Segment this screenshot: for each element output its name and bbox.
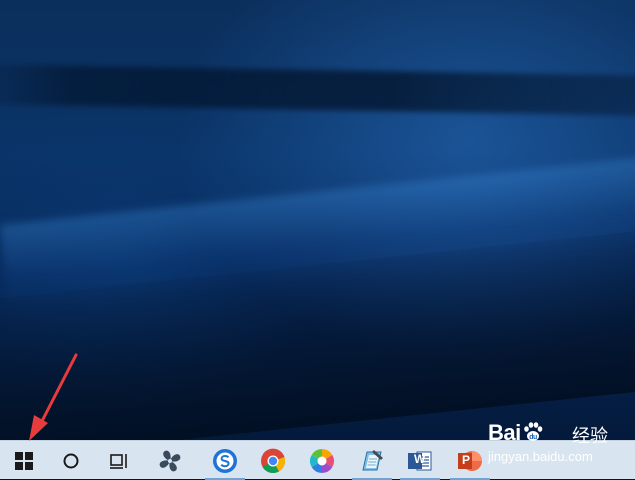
cortana-search-button[interactable] [51, 441, 91, 480]
colorful-app-button[interactable] [302, 441, 342, 480]
chrome-button[interactable] [253, 441, 293, 480]
desktop-wallpaper [0, 0, 635, 440]
pinwheel-app-icon [159, 450, 181, 471]
powerpoint-letter: P [462, 453, 471, 467]
pinwheel-app-button[interactable] [150, 441, 190, 480]
colorful-flower-icon [309, 448, 335, 473]
task-view-button[interactable] [99, 441, 139, 480]
powerpoint-button[interactable]: P [450, 441, 490, 480]
cortana-circle-icon [63, 453, 79, 468]
word-button[interactable]: W [400, 441, 440, 480]
start-button[interactable] [4, 441, 44, 480]
sogou-browser-button[interactable] [205, 441, 245, 480]
taskbar: W P [0, 440, 635, 480]
notepad-icon [362, 449, 383, 470]
wallpaper-dark-band [0, 63, 635, 117]
word-letter: W [414, 452, 426, 466]
chrome-icon [261, 448, 286, 473]
sogou-s-icon [213, 448, 237, 473]
notepad-app-button[interactable] [352, 441, 392, 480]
windows-logo-icon [15, 451, 33, 470]
task-view-icon [110, 453, 127, 469]
